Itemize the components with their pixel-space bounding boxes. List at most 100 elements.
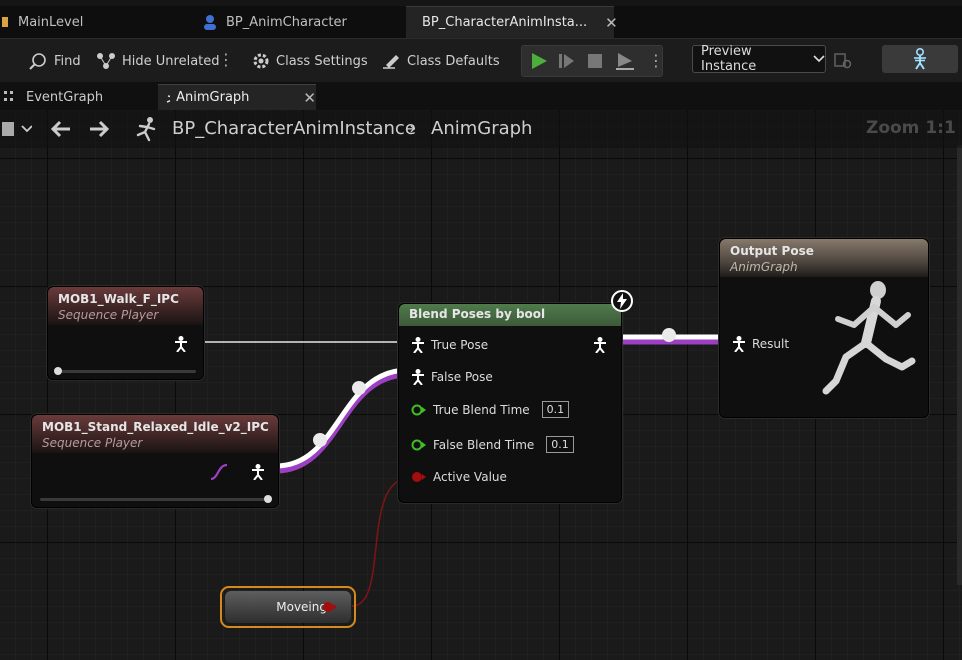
true-blend-time-field[interactable]: 0.1 <box>541 401 570 418</box>
forward-arrow-icon[interactable] <box>88 120 110 138</box>
playback-slider[interactable] <box>40 495 272 503</box>
preview-instance-label: Preview Instance <box>701 44 757 74</box>
find-label: Find <box>54 53 81 69</box>
true-blend-time-label: True Blend Time <box>433 402 530 417</box>
false-blend-time-field[interactable]: 0.1 <box>546 436 574 453</box>
pose-pin-icon[interactable] <box>251 464 265 480</box>
event-graph-icon <box>4 91 13 101</box>
bool-pin-icon[interactable] <box>322 601 338 613</box>
hide-unrelated-icon <box>97 53 115 69</box>
close-icon[interactable]: ✕ <box>303 89 316 107</box>
bookmark-icon[interactable] <box>2 122 32 136</box>
result-pin[interactable]: Result <box>732 336 789 352</box>
playback-slider[interactable] <box>54 367 196 375</box>
class-defaults-icon <box>383 55 399 69</box>
walk-node-header: MOB1_Walk_F_IPC Sequence Player <box>48 287 203 325</box>
play-controls: ⋮ <box>521 45 664 77</box>
output-node-header: Output Pose AnimGraph <box>720 239 928 277</box>
idle-node-header: MOB1_Stand_Relaxed_Idle_v2_IPC Sequence … <box>32 415 278 453</box>
class-defaults-label: Class Defaults <box>407 53 500 69</box>
hide-unrelated-label: Hide Unrelated <box>122 53 220 69</box>
tab-event-graph-label: EventGraph <box>26 89 104 105</box>
close-icon[interactable]: ✕ <box>605 14 618 32</box>
slider-handle[interactable] <box>264 495 272 503</box>
breadcrumb-blueprint[interactable]: BP_CharacterAnimInstance <box>172 118 416 139</box>
debug-filter-icon[interactable] <box>834 53 852 69</box>
tab-anim-graph-label: AnimGraph <box>176 90 250 105</box>
active-value-pin[interactable]: Active Value <box>411 470 507 484</box>
walk-node-title: MOB1_Walk_F_IPC <box>58 292 179 306</box>
stop-icon[interactable] <box>587 53 603 69</box>
idle-sequence-player-node[interactable]: MOB1_Stand_Relaxed_Idle_v2_IPC Sequence … <box>31 414 279 508</box>
false-blend-time-label: False Blend Time <box>433 437 535 452</box>
output-node-title: Output Pose <box>730 244 814 258</box>
float-pin-icon <box>411 404 426 415</box>
play-icon[interactable] <box>530 52 548 70</box>
true-pose-pin[interactable]: True Pose <box>411 337 488 353</box>
float-pin-icon <box>411 439 426 450</box>
bool-pin-icon <box>412 472 426 482</box>
find-icon <box>29 53 46 70</box>
pose-pin-icon <box>412 369 424 385</box>
pose-pin-icon <box>733 336 745 352</box>
pose-pin-icon <box>412 337 424 353</box>
tab-main-level[interactable]: MainLevel <box>0 6 192 38</box>
breadcrumb-graph[interactable]: AnimGraph <box>431 118 532 139</box>
breadcrumb: BP_CharacterAnimInstance › AnimGraph <box>0 110 962 148</box>
tab-anim-character-label: BP_AnimCharacter <box>226 14 347 30</box>
document-tab-bar: MainLevel BP_AnimCharacter BP_CharacterA… <box>0 6 962 38</box>
eject-icon[interactable] <box>614 51 636 71</box>
idle-node-title: MOB1_Stand_Relaxed_Idle_v2_IPC <box>42 420 269 434</box>
tab-anim-instance-label: BP_CharacterAnimInsta... <box>422 15 588 30</box>
true-pose-label: True Pose <box>431 338 489 352</box>
result-label: Result <box>752 337 790 351</box>
true-blend-time-pin[interactable]: True Blend Time 0.1 <box>411 401 570 418</box>
hide-unrelated-button[interactable]: Hide Unrelated <box>96 49 220 73</box>
class-settings-icon <box>253 53 269 69</box>
output-pose-node[interactable]: Output Pose AnimGraph Result <box>719 238 929 418</box>
skeleton-icon <box>914 48 926 70</box>
walk-node-subtitle: Sequence Player <box>58 308 159 322</box>
output-node-subtitle: AnimGraph <box>730 260 798 274</box>
moveing-variable-node[interactable]: Moveing <box>220 586 356 628</box>
running-mannequin-icon <box>822 281 916 395</box>
class-settings-button[interactable]: Class Settings <box>252 49 368 73</box>
blueprint-icon <box>2 17 8 27</box>
idle-node-subtitle: Sequence Player <box>42 436 143 450</box>
play-options-icon[interactable]: ⋮ <box>648 51 664 70</box>
preview-instance-dropdown[interactable]: Preview Instance <box>692 44 826 74</box>
class-defaults-button[interactable]: Class Defaults <box>381 49 500 73</box>
blend-poses-by-bool-node[interactable]: Blend Poses by bool True Pose False Pose… <box>398 303 622 503</box>
false-pose-pin[interactable]: False Pose <box>411 369 493 385</box>
moveing-variable-label: Moveing <box>276 600 327 614</box>
vertical-scrollbar[interactable] <box>957 145 962 585</box>
walk-sequence-player-node[interactable]: MOB1_Walk_F_IPC Sequence Player <box>47 286 204 380</box>
graph-tab-bar: EventGraph AnimGraph ✕ <box>0 82 962 110</box>
breadcrumb-separator: › <box>409 118 417 139</box>
pose-pin-icon[interactable] <box>593 337 607 353</box>
tab-main-level-label: MainLevel <box>18 14 84 30</box>
chevron-down-icon <box>813 55 825 63</box>
tab-event-graph[interactable]: EventGraph <box>0 84 154 110</box>
tab-anim-graph[interactable]: AnimGraph ✕ <box>158 84 316 110</box>
false-blend-time-pin[interactable]: False Blend Time 0.1 <box>411 436 574 453</box>
tab-anim-character[interactable]: BP_AnimCharacter <box>198 6 402 38</box>
blend-node-header: Blend Poses by bool <box>399 304 621 326</box>
back-arrow-icon[interactable] <box>50 120 72 138</box>
skeleton-button[interactable] <box>882 45 958 73</box>
find-button[interactable]: Find <box>28 49 81 73</box>
more-options-icon[interactable]: ⋮ <box>218 51 234 69</box>
class-settings-label: Class Settings <box>276 53 368 69</box>
zoom-level: Zoom 1:1 <box>866 118 956 138</box>
anim-curve-icon <box>210 463 228 481</box>
blend-node-title: Blend Poses by bool <box>409 307 546 321</box>
pose-pin-icon[interactable] <box>174 336 188 352</box>
tab-anim-instance[interactable]: BP_CharacterAnimInsta... ✕ <box>406 6 618 38</box>
character-icon <box>204 15 216 30</box>
step-icon[interactable] <box>558 52 576 70</box>
active-value-label: Active Value <box>433 470 507 484</box>
false-pose-label: False Pose <box>431 370 493 384</box>
anim-graph-icon <box>166 94 171 103</box>
slider-handle[interactable] <box>54 367 62 375</box>
running-figure-icon <box>136 117 156 142</box>
